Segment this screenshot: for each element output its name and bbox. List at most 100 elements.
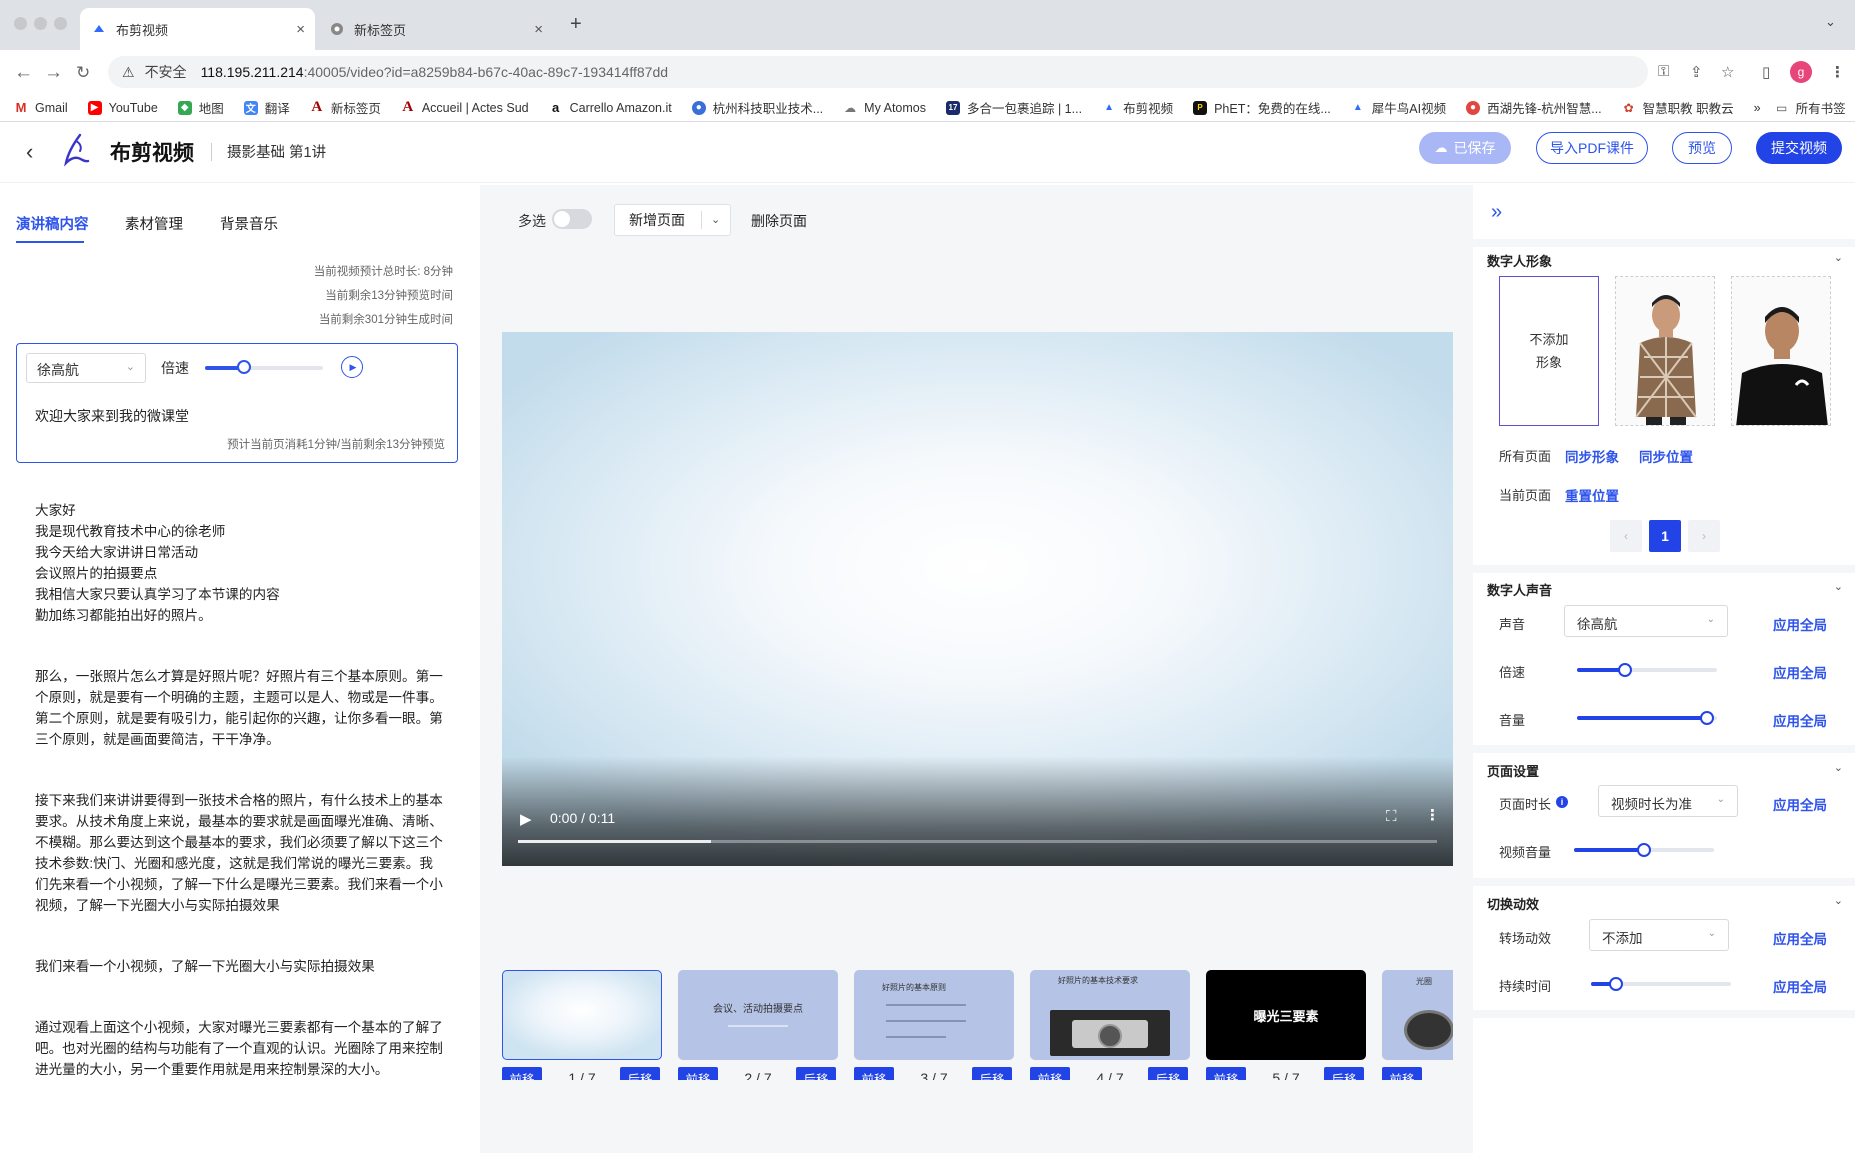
page-thumbnail[interactable] (502, 970, 662, 1060)
page-thumbnail[interactable]: 光圈 (1382, 970, 1453, 1060)
apply-global-volume[interactable]: 应用全局 (1773, 710, 1827, 730)
avatar-option-none[interactable]: 不添加 形象 (1499, 276, 1599, 426)
move-next-button[interactable]: 后移 (972, 1067, 1012, 1080)
tab-close-icon[interactable]: × (296, 21, 305, 38)
voice-select[interactable]: 徐高航 ⌄ (1564, 605, 1728, 637)
back-chevron-icon[interactable]: ‹ (26, 139, 33, 165)
apply-global-speed[interactable]: 应用全局 (1773, 662, 1827, 682)
slider-handle[interactable] (1617, 663, 1632, 677)
move-prev-button[interactable]: 前移 (854, 1067, 894, 1080)
apply-global-duration[interactable]: 应用全局 (1773, 794, 1827, 814)
reload-icon[interactable]: ↻ (76, 63, 90, 83)
delete-page-button[interactable]: 删除页面 (751, 211, 807, 231)
browser-tab-active[interactable]: 布剪视频 × (80, 8, 315, 50)
new-tab-button[interactable]: + (570, 13, 582, 36)
move-prev-button[interactable]: 前移 (1206, 1067, 1246, 1080)
tab-script[interactable]: 演讲稿内容 (16, 213, 89, 234)
bookmark-item[interactable]: ▲ 布剪视频 (1102, 98, 1173, 117)
video-more-icon[interactable]: ⋮ (1425, 806, 1440, 824)
speed-slider-handle[interactable] (236, 360, 251, 374)
saved-button[interactable]: ☁ 已保存 (1419, 132, 1511, 164)
bookmark-item[interactable]: 文翻译 (243, 98, 290, 117)
page-duration-select[interactable]: 视频时长为准 ⌄ (1598, 785, 1738, 817)
browser-menu-icon[interactable]: ⋮ (1830, 63, 1845, 81)
voice-select[interactable]: 徐高航 ⌄ (26, 353, 146, 383)
move-next-button[interactable]: 后移 (620, 1067, 660, 1080)
preview-button[interactable]: 预览 (1672, 132, 1732, 164)
bookmark-item[interactable]: M Gmail (14, 100, 68, 115)
move-prev-button[interactable]: 前移 (678, 1067, 718, 1080)
window-close-dot[interactable] (14, 17, 27, 30)
reset-position-link[interactable]: 重置位置 (1565, 485, 1619, 505)
video-volume-slider[interactable] (1574, 843, 1714, 857)
transition-duration-slider[interactable] (1591, 977, 1731, 991)
submit-video-button[interactable]: 提交视频 (1756, 132, 1842, 164)
collapse-double-chevron-icon[interactable]: » (1491, 201, 1502, 224)
bookmark-item[interactable]: ✿ 智慧职教 职教云 (1621, 98, 1734, 117)
all-bookmarks-folder[interactable]: ▭ 所有书签 (1774, 98, 1846, 117)
apply-global-transition[interactable]: 应用全局 (1773, 928, 1827, 948)
profile-avatar[interactable]: g (1790, 61, 1812, 83)
avatar-option-plaid-shirt[interactable] (1615, 276, 1715, 426)
bookmarks-overflow-button[interactable]: » (1754, 101, 1761, 115)
tab-bgm[interactable]: 背景音乐 (220, 213, 278, 234)
bookmark-item[interactable]: ☁ My Atomos (843, 100, 926, 115)
avatar-option-black-tee[interactable] (1731, 276, 1831, 426)
share-icon[interactable]: ⇪ (1690, 63, 1703, 81)
move-prev-button[interactable]: 前移 (502, 1067, 542, 1080)
info-icon[interactable]: i (1556, 796, 1568, 808)
voice-speed-slider[interactable] (1577, 663, 1717, 677)
tab-materials[interactable]: 素材管理 (125, 213, 183, 234)
pager-page[interactable]: 1 (1649, 520, 1681, 552)
browser-tab[interactable]: 新标签页 × (318, 8, 553, 50)
bookmark-item[interactable]: ▲ 犀牛鸟AI视频 (1350, 98, 1446, 117)
video-play-icon[interactable]: ▶ (520, 810, 532, 828)
page-thumbnail[interactable]: 好照片的基本原则 (854, 970, 1014, 1060)
bookmark-item[interactable]: A Accueil | Actes Sud (400, 99, 529, 115)
move-next-button[interactable]: 后移 (1148, 1067, 1188, 1080)
security-label[interactable]: 不安全 (145, 62, 187, 82)
bookmark-star-icon[interactable]: ☆ (1721, 63, 1734, 81)
add-page-dropdown-button[interactable]: 新增页面 ⌄ (614, 204, 731, 236)
move-prev-button[interactable]: 前移 (1030, 1067, 1070, 1080)
fullscreen-icon[interactable]: ⛶ (1386, 808, 1397, 825)
volume-slider[interactable] (1577, 711, 1717, 725)
sync-position-link[interactable]: 同步位置 (1639, 446, 1693, 466)
bookmark-item[interactable]: P PhET：免费的在线... (1193, 98, 1331, 117)
apply-global-transition-duration[interactable]: 应用全局 (1773, 976, 1827, 996)
apply-global-voice[interactable]: 应用全局 (1773, 614, 1827, 634)
chevron-down-icon[interactable]: ⌄ (1834, 761, 1843, 774)
slider-handle[interactable] (1700, 711, 1715, 725)
chevron-down-icon[interactable]: ⌄ (711, 213, 720, 226)
pager-next-icon[interactable]: › (1688, 520, 1720, 552)
chevron-down-icon[interactable]: ⌄ (1834, 251, 1843, 264)
bookmark-item[interactable]: 17 多合一包裹追踪 | 1... (945, 98, 1082, 117)
slider-handle[interactable] (1637, 843, 1651, 857)
script-text-area[interactable]: 大家好 我是现代教育技术中心的徐老师 我今天给大家讲讲日常活动 会议照片的拍摄要… (35, 500, 443, 1120)
bookmark-item[interactable]: a Carrello Amazon.it (548, 100, 672, 115)
forward-arrow-icon[interactable]: → (44, 62, 63, 84)
move-prev-button[interactable]: 前移 (1382, 1067, 1422, 1080)
address-omnibox[interactable]: ⚠ 不安全 118.195.211.214:40005/video?id=a82… (108, 56, 1648, 88)
key-icon[interactable]: ⚿ (1658, 63, 1669, 80)
voice-card-text[interactable]: 欢迎大家来到我的微课堂 (35, 406, 189, 426)
slider-handle[interactable] (1609, 977, 1624, 991)
bookmark-item[interactable]: ▶ YouTube (87, 100, 158, 115)
back-arrow-icon[interactable]: ← (14, 62, 33, 84)
transition-effect-select[interactable]: 不添加 ⌄ (1589, 919, 1729, 951)
pager-prev-icon[interactable]: ‹ (1610, 520, 1642, 552)
window-minimize-dot[interactable] (34, 17, 47, 30)
video-player[interactable]: ▶ 0:00 / 0:11 ⛶ ⋮ (502, 332, 1453, 866)
page-thumbnail[interactable]: 好照片的基本技术要求 (1030, 970, 1190, 1060)
side-panel-icon[interactable]: ▯ (1762, 63, 1770, 81)
bookmark-item[interactable]: ◆ 地图 (177, 98, 224, 117)
page-thumbnail[interactable]: 会议、活动拍摄要点 (678, 970, 838, 1060)
multi-select-toggle[interactable] (552, 209, 592, 229)
window-zoom-dot[interactable] (54, 17, 67, 30)
tab-close-icon[interactable]: × (534, 21, 543, 38)
page-thumbnail[interactable]: 曝光三要素 (1206, 970, 1366, 1060)
speed-slider[interactable] (205, 360, 323, 374)
chevron-down-icon[interactable]: ⌄ (1834, 894, 1843, 907)
bookmark-item[interactable]: ● 杭州科技职业技术... (691, 98, 823, 117)
tab-list-chevron-icon[interactable]: ⌄ (1825, 14, 1836, 30)
